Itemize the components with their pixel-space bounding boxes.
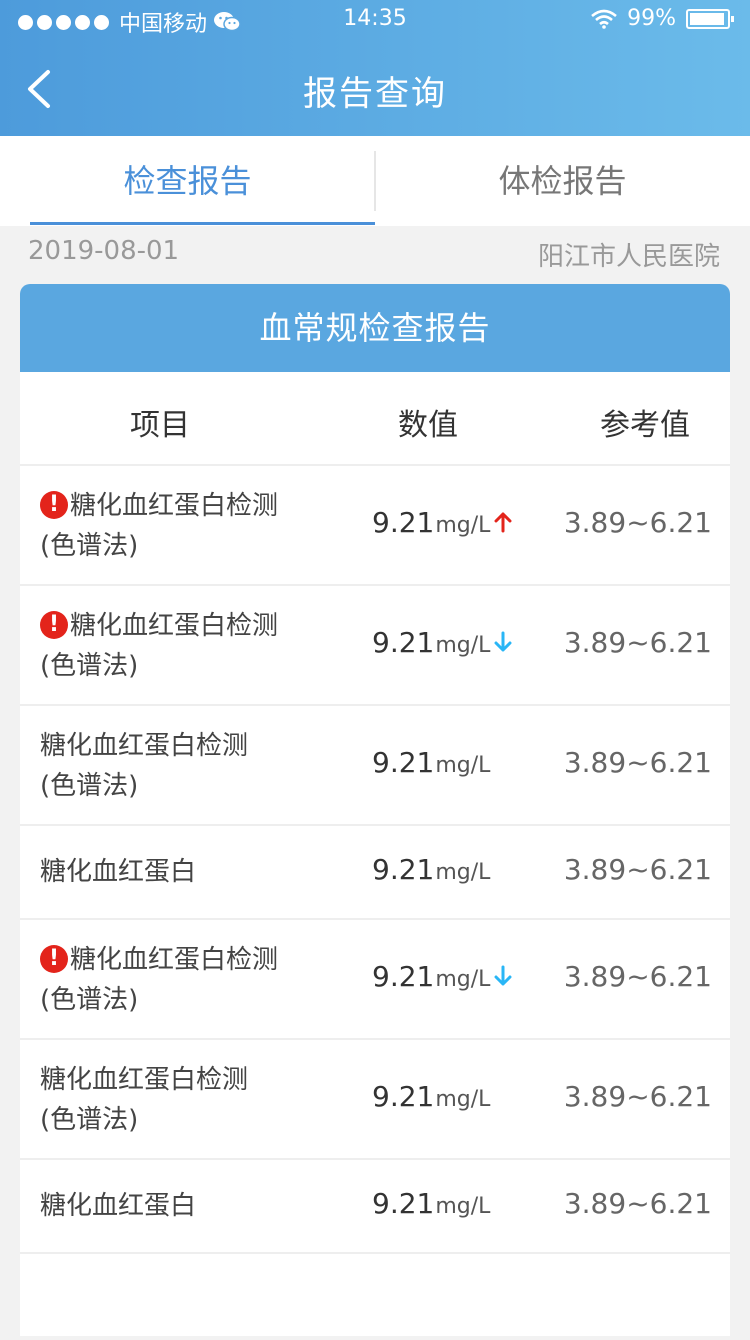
item-name: 糖化血红蛋白 [40, 1191, 197, 1221]
result-unit: mg/L [435, 860, 491, 885]
result-value: 9.21 [372, 506, 435, 539]
report-tabs: 检查报告 体检报告 [0, 136, 750, 226]
status-bar: 中国移动 14:35 99% [0, 0, 750, 40]
value-cell: 9.21mg/L [372, 1187, 490, 1220]
app-header: 中国移动 14:35 99% 报告查询 [0, 0, 750, 136]
item-name-cell: 糖化血红蛋白检测 (色谱法) [40, 1060, 360, 1140]
reference-range: 3.89~6.21 [563, 1187, 712, 1220]
item-name-cell: ! 糖化血红蛋白检测 (色谱法) [40, 606, 360, 686]
table-row[interactable]: ! 糖化血红蛋白检测 (色谱法) 9.21mg/L 3.89~6.21 [20, 466, 730, 586]
result-value: 9.21 [372, 1187, 435, 1220]
item-method: (色谱法) [40, 771, 139, 801]
result-unit: mg/L [435, 753, 491, 778]
item-name: 糖化血红蛋白检测 [70, 945, 279, 975]
item-method: (色谱法) [40, 1105, 139, 1135]
active-tab-indicator [30, 222, 375, 225]
report-meta: 2019-08-01 阳江市人民医院 [28, 230, 720, 274]
tab-inspection-report[interactable]: 检查报告 [0, 136, 375, 226]
tab-physical-exam-report[interactable]: 体检报告 [375, 136, 750, 226]
result-value: 9.21 [372, 746, 435, 779]
battery-icon [686, 8, 734, 29]
item-method: (色谱法) [40, 651, 139, 681]
item-method: (色谱法) [40, 985, 139, 1015]
table-header: 项目 数值 参考值 [20, 372, 730, 466]
reference-range: 3.89~6.21 [563, 1080, 712, 1113]
result-value: 9.21 [372, 1080, 435, 1113]
item-name: 糖化血红蛋白检测 [70, 611, 279, 641]
result-value: 9.21 [372, 626, 435, 659]
value-cell: 9.21mg/L [372, 1080, 490, 1113]
value-cell: 9.21mg/L [372, 746, 490, 779]
value-cell: 9.21mg/L [372, 506, 512, 539]
result-unit: mg/L [435, 633, 491, 658]
reference-range: 3.89~6.21 [563, 960, 712, 993]
item-method: (色谱法) [40, 531, 139, 561]
report-title: 血常规检查报告 [20, 284, 730, 372]
status-right: 99% [591, 6, 734, 31]
item-name-cell: 糖化血红蛋白 [40, 1186, 360, 1226]
column-header-reference: 参考值 [600, 408, 690, 443]
result-rows: ! 糖化血红蛋白检测 (色谱法) 9.21mg/L 3.89~6.21! 糖化血红蛋白检测… [20, 466, 730, 1254]
result-value: 9.21 [372, 960, 435, 993]
item-name-cell: 糖化血红蛋白检测 (色谱法) [40, 726, 360, 806]
item-name-cell: ! 糖化血红蛋白检测 (色谱法) [40, 940, 360, 1020]
wifi-icon [591, 9, 617, 29]
report-card: 血常规检查报告 项目 数值 参考值 ! 糖化血红蛋白检测 (色谱法) 9.21mg/L… [20, 284, 730, 1336]
hospital-name: 阳江市人民医院 [537, 242, 720, 272]
value-cell: 9.21mg/L [372, 626, 512, 659]
value-cell: 9.21mg/L [372, 960, 512, 993]
item-name: 糖化血红蛋白检测 [40, 731, 249, 761]
table-row[interactable]: 糖化血红蛋白 9.21mg/L 3.89~6.21 [20, 1160, 730, 1254]
column-header-value: 数值 [398, 408, 458, 443]
arrow-up-icon [494, 512, 512, 533]
battery-percent: 99% [627, 6, 676, 31]
result-unit: mg/L [435, 1194, 491, 1219]
reference-range: 3.89~6.21 [563, 853, 712, 886]
warning-icon: ! [40, 945, 68, 973]
result-unit: mg/L [435, 1087, 491, 1112]
warning-icon: ! [40, 611, 68, 639]
reference-range: 3.89~6.21 [563, 626, 712, 659]
reference-range: 3.89~6.21 [563, 746, 712, 779]
table-row[interactable]: ! 糖化血红蛋白检测 (色谱法) 9.21mg/L 3.89~6.21 [20, 586, 730, 706]
value-cell: 9.21mg/L [372, 853, 490, 886]
item-name-cell: ! 糖化血红蛋白检测 (色谱法) [40, 486, 360, 566]
item-name-cell: 糖化血红蛋白 [40, 852, 360, 892]
reference-range: 3.89~6.21 [563, 506, 712, 539]
item-name: 糖化血红蛋白检测 [40, 1065, 249, 1095]
arrow-down-icon [494, 631, 512, 652]
result-unit: mg/L [435, 513, 491, 538]
table-row[interactable]: ! 糖化血红蛋白检测 (色谱法) 9.21mg/L 3.89~6.21 [20, 920, 730, 1040]
table-row[interactable]: 糖化血红蛋白 9.21mg/L 3.89~6.21 [20, 826, 730, 920]
warning-icon: ! [40, 491, 68, 519]
arrow-down-icon [494, 965, 512, 986]
report-date: 2019-08-01 [28, 236, 180, 266]
result-value: 9.21 [372, 853, 435, 886]
column-header-item: 项目 [130, 408, 190, 443]
item-name: 糖化血红蛋白 [40, 857, 197, 887]
item-name: 糖化血红蛋白检测 [70, 491, 279, 521]
table-row[interactable]: 糖化血红蛋白检测 (色谱法) 9.21mg/L 3.89~6.21 [20, 706, 730, 826]
page-title: 报告查询 [303, 74, 447, 114]
table-row[interactable]: 糖化血红蛋白检测 (色谱法) 9.21mg/L 3.89~6.21 [20, 1040, 730, 1160]
result-unit: mg/L [435, 967, 491, 992]
